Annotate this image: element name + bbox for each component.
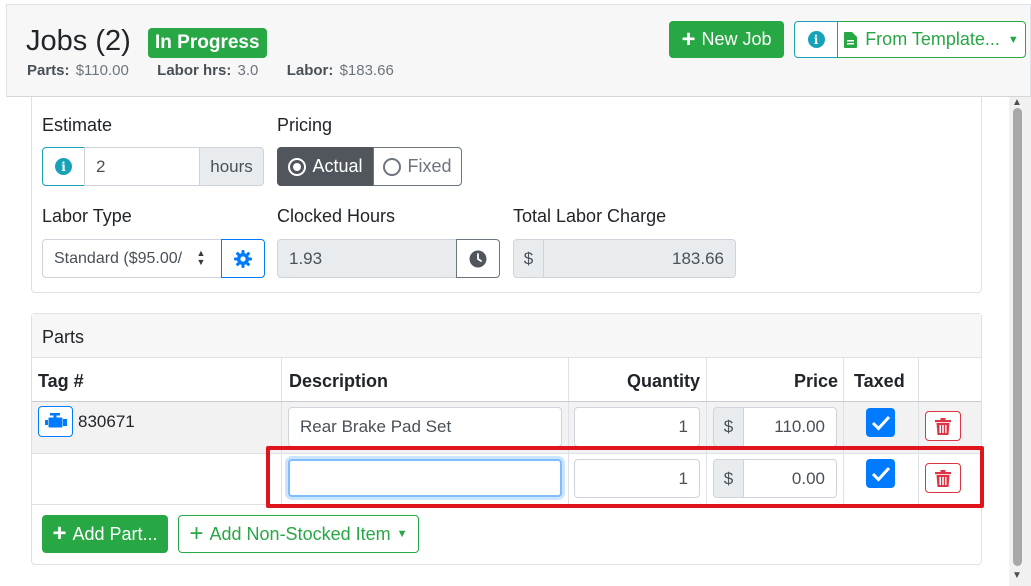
part-description-input[interactable]: Rear Brake Pad Set — [288, 407, 562, 447]
engine-icon — [44, 412, 67, 427]
currency-addon: $ — [513, 239, 544, 278]
column-tag: Tag # — [38, 371, 84, 391]
pricing-actual-option[interactable]: Actual — [277, 147, 374, 186]
labor-hrs-value: 3.0 — [237, 62, 259, 79]
clock-button[interactable] — [456, 239, 500, 278]
hours-addon: hours — [199, 147, 264, 186]
plus-icon: + — [189, 520, 204, 547]
page-title: Jobs (2) — [26, 25, 131, 57]
part-tag-button[interactable] — [38, 406, 73, 437]
parts-title: Parts — [42, 327, 85, 347]
select-arrows-icon: ▲ ▼ — [194, 248, 208, 268]
total-labor-input: 183.66 — [543, 239, 736, 278]
scrollbar-thumb[interactable] — [1013, 108, 1022, 566]
pricing-label: Pricing — [277, 115, 333, 135]
radio-unchecked-icon — [383, 157, 402, 176]
price-currency-addon: $ — [713, 407, 744, 447]
jobs-header: Jobs (2) In Progress Parts: $110.00 Labo… — [6, 4, 1031, 97]
column-quantity: Quantity — [626, 371, 700, 391]
labor-total-label: Labor: — [286, 62, 334, 79]
column-price: Price — [793, 371, 838, 391]
document-icon — [844, 31, 858, 48]
plus-icon: + — [52, 520, 67, 547]
estimate-label: Estimate — [42, 115, 113, 135]
info-button[interactable]: i — [794, 21, 838, 58]
trash-icon — [935, 417, 951, 435]
plus-icon: + — [681, 25, 696, 53]
part-quantity-input[interactable]: 1 — [574, 407, 700, 447]
radio-checked-icon — [288, 157, 307, 176]
pricing-fixed-option[interactable]: Fixed — [373, 147, 462, 186]
part-tag-number: 830671 — [78, 412, 135, 431]
labor-total-value: $183.66 — [339, 62, 394, 79]
estimate-info-button[interactable]: i — [42, 147, 85, 186]
caret-down-icon: ▼ — [396, 528, 408, 540]
scroll-down-arrow-icon[interactable]: ▼ — [1012, 570, 1022, 581]
highlight-box — [266, 446, 984, 508]
column-taxed: Taxed — [854, 371, 905, 391]
caret-down-icon: ▼ — [1007, 33, 1019, 46]
scroll-up-arrow-icon[interactable]: ▲ — [1012, 97, 1022, 108]
info-icon: i — [807, 31, 825, 48]
estimate-input[interactable]: 2 — [84, 147, 200, 186]
gear-icon — [234, 249, 252, 268]
clocked-hours-input: 1.93 — [277, 239, 457, 278]
taxed-checkbox[interactable] — [866, 408, 895, 437]
parts-card-header — [32, 314, 981, 358]
total-labor-label: Total Labor Charge — [513, 206, 667, 226]
add-non-stocked-item-dropdown[interactable]: + Add Non-Stocked Item ▼ — [178, 515, 419, 553]
new-job-button[interactable]: + New Job — [669, 21, 784, 58]
parts-total-value: $110.00 — [75, 62, 129, 79]
delete-part-button[interactable] — [925, 411, 961, 441]
parts-total-label: Parts: — [27, 62, 70, 79]
info-icon: i — [55, 158, 72, 175]
labor-hrs-label: Labor hrs: — [157, 62, 232, 79]
from-template-dropdown[interactable]: From Template... ▼ — [837, 21, 1026, 58]
clock-icon — [469, 250, 487, 267]
labor-type-label: Labor Type — [42, 206, 132, 226]
clocked-hours-label: Clocked Hours — [277, 206, 396, 226]
add-part-button[interactable]: + Add Part... — [42, 515, 168, 553]
labor-type-settings-button[interactable] — [221, 239, 265, 278]
checkmark-icon — [871, 415, 890, 431]
column-description: Description — [289, 371, 389, 391]
jobs-summary: Parts: $110.00 Labor hrs: 3.0 Labor: $18… — [27, 62, 394, 79]
part-price-input[interactable]: 110.00 — [743, 407, 837, 447]
status-badge: In Progress — [148, 28, 267, 58]
